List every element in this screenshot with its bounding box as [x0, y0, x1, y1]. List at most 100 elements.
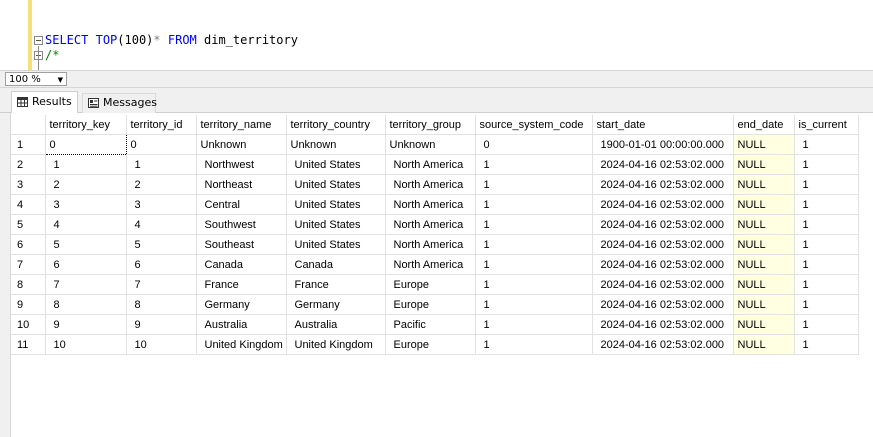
table-row[interactable]: 7 6 6 Canada Canada North America 1 2024…	[11, 254, 859, 275]
grid-cell[interactable]: United Kingdom	[286, 334, 386, 355]
grid-cell[interactable]: Southeast	[196, 234, 287, 255]
grid-cell-null[interactable]: NULL	[733, 194, 795, 215]
grid-cell[interactable]: 9	[45, 314, 127, 335]
grid-cell[interactable]: Europe	[385, 274, 476, 295]
grid-cell[interactable]: Unknown	[196, 134, 287, 155]
table-row[interactable]: 3 2 2 Northeast United States North Amer…	[11, 174, 859, 195]
row-number[interactable]: 11	[11, 334, 46, 355]
table-row[interactable]: 2 1 1 Northwest United States North Amer…	[11, 154, 859, 175]
table-row[interactable]: 1 0 0 Unknown Unknown Unknown 0 1900-01-…	[11, 134, 859, 155]
grid-cell-null[interactable]: NULL	[733, 154, 795, 175]
grid-cell[interactable]: United States	[286, 154, 386, 175]
column-header[interactable]: territory_country	[286, 115, 386, 135]
grid-cell[interactable]: 0	[126, 134, 197, 155]
grid-cell[interactable]: Germany	[286, 294, 386, 315]
grid-cell[interactable]: North America	[385, 174, 476, 195]
grid-cell[interactable]: 2024-04-16 02:53:02.000	[592, 234, 734, 255]
row-number[interactable]: 5	[11, 214, 46, 235]
grid-cell[interactable]: United States	[286, 174, 386, 195]
grid-cell[interactable]: 10	[126, 334, 197, 355]
grid-cell[interactable]: 1	[794, 294, 859, 315]
grid-cell[interactable]: 6	[126, 254, 197, 275]
grid-cell-null[interactable]: NULL	[733, 274, 795, 295]
grid-cell[interactable]: 1	[794, 214, 859, 235]
grid-cell[interactable]: North America	[385, 194, 476, 215]
grid-cell[interactable]: 1	[794, 274, 859, 295]
grid-cell-null[interactable]: NULL	[733, 294, 795, 315]
row-number[interactable]: 9	[11, 294, 46, 315]
grid-cell[interactable]: 2024-04-16 02:53:02.000	[592, 174, 734, 195]
grid-cell[interactable]: 2024-04-16 02:53:02.000	[592, 214, 734, 235]
table-row[interactable]: 6 5 5 Southeast United States North Amer…	[11, 234, 859, 255]
grid-cell[interactable]: 1	[475, 214, 593, 235]
grid-cell[interactable]: 1	[475, 174, 593, 195]
column-header[interactable]: is_current	[794, 115, 859, 135]
grid-cell[interactable]: Unknown	[286, 134, 386, 155]
row-number[interactable]: 4	[11, 194, 46, 215]
grid-cell[interactable]: Canada	[196, 254, 287, 275]
grid-cell[interactable]: 7	[126, 274, 197, 295]
column-header[interactable]: source_system_code	[475, 115, 593, 135]
row-number[interactable]: 2	[11, 154, 46, 175]
grid-cell[interactable]: 1	[794, 334, 859, 355]
grid-cell[interactable]: 2024-04-16 02:53:02.000	[592, 314, 734, 335]
grid-cell[interactable]: 7	[45, 274, 127, 295]
grid-cell[interactable]: Northeast	[196, 174, 287, 195]
column-header[interactable]: start_date	[592, 115, 734, 135]
grid-cell[interactable]: 1	[475, 194, 593, 215]
column-header[interactable]: territory_name	[196, 115, 287, 135]
grid-cell[interactable]: 1	[794, 314, 859, 335]
grid-cell[interactable]: 2024-04-16 02:53:02.000	[592, 274, 734, 295]
grid-cell[interactable]: 1	[794, 194, 859, 215]
row-number[interactable]: 10	[11, 314, 46, 335]
row-number[interactable]: 1	[11, 134, 46, 155]
grid-cell[interactable]: 5	[45, 234, 127, 255]
grid-cell-null[interactable]: NULL	[733, 314, 795, 335]
code-line-2[interactable]: /*	[45, 48, 59, 63]
grid-cell[interactable]: 1	[475, 294, 593, 315]
row-number[interactable]: 6	[11, 234, 46, 255]
grid-cell[interactable]: 0	[44, 134, 127, 155]
grid-cell[interactable]: France	[196, 274, 287, 295]
grid-cell[interactable]: 3	[45, 194, 127, 215]
grid-cell[interactable]: 1	[794, 134, 859, 155]
grid-cell[interactable]: 1	[475, 334, 593, 355]
grid-cell[interactable]: 1	[794, 234, 859, 255]
grid-cell[interactable]: United States	[286, 234, 386, 255]
grid-cell[interactable]: 10	[45, 334, 127, 355]
grid-cell[interactable]: 2024-04-16 02:53:02.000	[592, 194, 734, 215]
grid-cell[interactable]: 8	[126, 294, 197, 315]
grid-cell[interactable]: Germany	[196, 294, 287, 315]
grid-cell[interactable]: United Kingdom	[196, 334, 287, 355]
grid-cell[interactable]: 6	[45, 254, 127, 275]
grid-cell[interactable]: 5	[126, 234, 197, 255]
grid-cell[interactable]: Pacific	[385, 314, 476, 335]
grid-cell[interactable]: 1	[794, 174, 859, 195]
column-header[interactable]: territory_key	[45, 115, 127, 135]
row-number[interactable]: 3	[11, 174, 46, 195]
grid-cell[interactable]: Europe	[385, 294, 476, 315]
row-number-header[interactable]	[11, 115, 46, 135]
grid-cell[interactable]: North America	[385, 154, 476, 175]
grid-cell[interactable]: 2	[45, 174, 127, 195]
collapse-icon[interactable]	[34, 36, 43, 45]
table-row[interactable]: 9 8 8 Germany Germany Europe 1 2024-04-1…	[11, 294, 859, 315]
tab-messages[interactable]: Messages	[82, 93, 157, 113]
grid-cell[interactable]: Southwest	[196, 214, 287, 235]
grid-cell[interactable]: Central	[196, 194, 287, 215]
grid-cell-null[interactable]: NULL	[733, 134, 795, 155]
grid-cell[interactable]: 1	[475, 274, 593, 295]
row-number[interactable]: 7	[11, 254, 46, 275]
column-header[interactable]: end_date	[733, 115, 795, 135]
grid-cell[interactable]: North America	[385, 254, 476, 275]
grid-cell[interactable]: 1	[126, 154, 197, 175]
grid-cell[interactable]: 2024-04-16 02:53:02.000	[592, 294, 734, 315]
grid-cell[interactable]: 2024-04-16 02:53:02.000	[592, 154, 734, 175]
grid-cell[interactable]: 3	[126, 194, 197, 215]
table-row[interactable]: 4 3 3 Central United States North Americ…	[11, 194, 859, 215]
grid-cell-null[interactable]: NULL	[733, 214, 795, 235]
column-header[interactable]: territory_id	[126, 115, 197, 135]
chevron-down-icon[interactable]: ▼	[58, 73, 63, 87]
grid-cell[interactable]: United States	[286, 194, 386, 215]
grid-cell[interactable]: 0	[475, 134, 593, 155]
